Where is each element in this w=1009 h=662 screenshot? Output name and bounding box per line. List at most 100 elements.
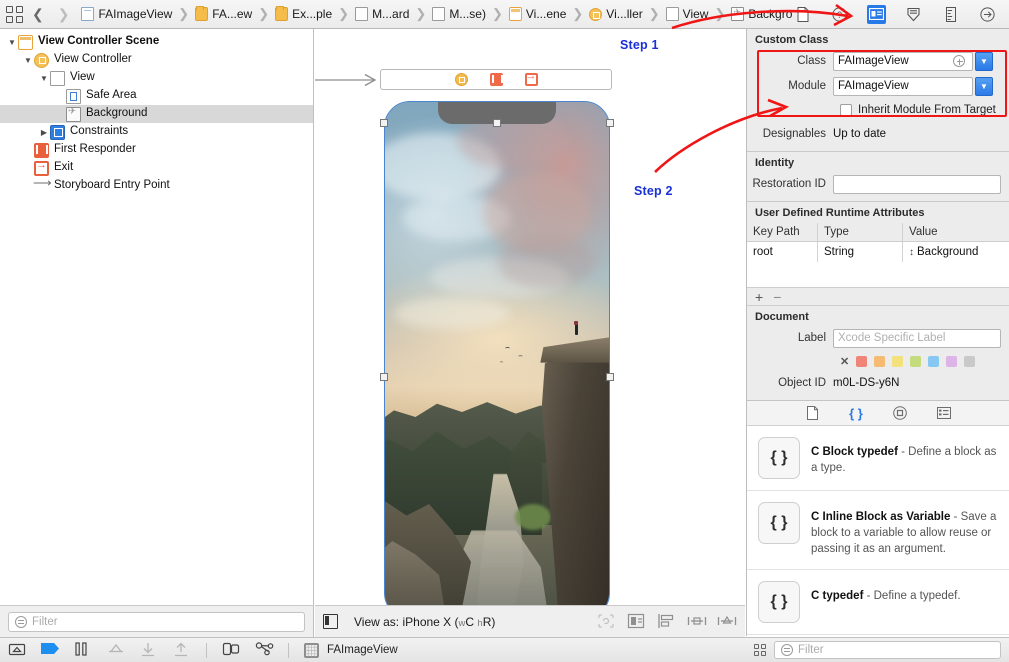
device-preview[interactable] (380, 97, 614, 605)
resize-handle-middle-right[interactable] (606, 373, 614, 381)
breadcrumb-item-2[interactable]: FA...ew (195, 6, 252, 21)
list-item[interactable]: { } C Block typedef - Define a block as a… (747, 426, 1009, 491)
list-item[interactable]: { }C++ Class Declaration - Declare a (747, 635, 1009, 636)
outline-item-constraints[interactable]: ▶ Constraints (0, 123, 313, 141)
label-color-swatch-5[interactable] (928, 355, 940, 367)
label-color-swatch-7[interactable] (964, 355, 976, 367)
label-color-swatch-3[interactable] (892, 355, 904, 367)
disclosure-triangle-icon[interactable]: ▶ (38, 128, 50, 137)
outline-filter-field[interactable]: Filter (8, 611, 305, 632)
resolve-issues-icon[interactable] (717, 613, 737, 630)
label-color-swatch-6[interactable] (946, 355, 958, 367)
step-into-icon (140, 642, 158, 658)
restoration-id-field[interactable] (833, 174, 1001, 194)
view-as-label[interactable]: View as: iPhone X (wC hR) (354, 615, 495, 629)
memory-graph-icon[interactable] (255, 642, 274, 658)
pin-icon[interactable] (687, 613, 707, 630)
interface-builder-canvas[interactable] (315, 29, 745, 605)
remove-attribute-button[interactable]: − (773, 289, 781, 305)
document-label-field[interactable]: Xcode Specific Label (833, 328, 1001, 348)
navigator-toggle-icon[interactable] (8, 642, 26, 658)
runtime-attributes-body[interactable]: root String ↕ Background (747, 242, 1009, 288)
view-hierarchy-icon[interactable] (222, 642, 240, 658)
embed-in-icon[interactable] (627, 613, 647, 630)
object-library-tab[interactable] (892, 405, 908, 421)
device-config-toggle-icon[interactable] (323, 614, 338, 629)
chevron-right-icon[interactable]: ❯ (58, 7, 70, 21)
outline-item-view-controller[interactable]: ▼ View Controller (0, 51, 313, 69)
breadcrumb-item-7[interactable]: Vi...ller (589, 7, 643, 21)
update-frames-icon[interactable] (597, 613, 617, 630)
class-dropdown-button[interactable]: ▼ (975, 51, 993, 71)
resize-handle-top-right[interactable] (606, 119, 614, 127)
jump-to-definition-icon[interactable] (953, 55, 965, 67)
label-color-swatch-1[interactable] (856, 355, 868, 367)
breadcrumb-label: M...ard (372, 7, 410, 21)
breadcrumb-item-6[interactable]: Vi...ene (508, 7, 566, 21)
module-field[interactable]: FAImageView (833, 76, 973, 96)
code-snippet-library-tab[interactable]: { } (848, 405, 864, 421)
label-color-swatch-2[interactable] (874, 355, 886, 367)
library-grid-icon[interactable] (754, 643, 767, 657)
media-library-tab[interactable] (936, 405, 952, 421)
view-controller-dock-icon[interactable] (454, 73, 468, 86)
file-template-library-tab[interactable] (804, 405, 820, 421)
disclosure-triangle-icon[interactable]: ▼ (38, 74, 50, 83)
breadcrumb-item-8[interactable]: View (665, 7, 708, 21)
resize-handle-top-center[interactable] (493, 119, 501, 127)
chevron-left-icon[interactable]: ❮ (32, 7, 44, 21)
scene-dock[interactable] (380, 69, 612, 90)
blue-pointer-icon[interactable] (41, 642, 59, 658)
breadcrumb-item-5[interactable]: M...se) (432, 7, 486, 21)
document-outline-panel[interactable]: ▼ View Controller Scene ▼ View Controller ▼ V… (0, 29, 314, 605)
outline-item-safe-area[interactable]: ▶ Safe Area (0, 87, 313, 105)
exit-dock-icon[interactable] (524, 70, 538, 86)
resize-handle-top-left[interactable] (380, 119, 388, 127)
add-attribute-button[interactable]: + (755, 289, 763, 305)
module-dropdown-button[interactable]: ▼ (975, 76, 993, 96)
align-icon[interactable] (657, 613, 677, 630)
first-responder-dock-icon[interactable] (489, 73, 503, 86)
filter-icon (15, 615, 27, 628)
file-inspector-tab[interactable] (793, 5, 812, 24)
value-stepper-icon[interactable]: ↕ (909, 247, 914, 258)
size-inspector-tab[interactable] (941, 5, 960, 24)
thread-grid-icon[interactable] (304, 642, 319, 658)
attributes-inspector-tab[interactable] (904, 5, 923, 24)
cell-value-group: ↕ Background (903, 242, 1009, 262)
module-label: Module (788, 80, 826, 92)
list-item[interactable]: { } C Inline Block as Variable - Save a b… (747, 491, 1009, 570)
jump-bar-left: ❮ ❯ (0, 0, 69, 28)
pause-icon[interactable] (74, 642, 92, 658)
debug-bar-breadcrumb-label[interactable]: FAImageView (327, 644, 398, 656)
quick-help-inspector-tab[interactable]: ? (830, 5, 849, 24)
outline-item-background[interactable]: ▶ Background (0, 105, 313, 123)
list-item[interactable]: { } C typedef - Define a typedef. (747, 570, 1009, 635)
breadcrumb-item-3[interactable]: Ex...ple (275, 6, 332, 21)
related-items-grid-icon[interactable] (6, 5, 23, 23)
label-color-swatch-4[interactable] (910, 355, 922, 367)
outline-item-first-responder[interactable]: ▶ First Responder (0, 141, 313, 159)
class-field[interactable]: FAImageView (833, 51, 973, 71)
inherit-module-checkbox[interactable] (840, 104, 852, 116)
breadcrumb-item-1[interactable]: FAImageView (81, 7, 172, 21)
outline-item-view-controller-scene[interactable]: ▼ View Controller Scene (0, 33, 313, 51)
breadcrumb-item-4[interactable]: M...ard (355, 7, 409, 21)
connections-inspector-tab[interactable] (978, 5, 997, 24)
library-panel[interactable]: { } { } C Block typedef - Define a block … (746, 400, 1009, 636)
clear-label-color-button[interactable]: ✕ (840, 355, 849, 368)
debug-bar: FAImageView (0, 637, 746, 662)
disclosure-triangle-icon[interactable]: ▼ (6, 38, 18, 47)
column-header-type: Type (818, 223, 903, 241)
inherit-module-row[interactable]: Inherit Module From Target (840, 100, 1009, 120)
library-filter-field[interactable]: Filter (774, 641, 1001, 659)
identity-inspector-tab[interactable] (867, 4, 886, 24)
breadcrumb-item-9[interactable]: Background (731, 7, 793, 21)
outline-item-storyboard-entry-point[interactable]: ▶Storyboard Entry Point (0, 175, 313, 195)
identity-inspector-panel[interactable]: Custom Class Class FAImageView ▼ Module … (746, 29, 1009, 400)
outline-item-view[interactable]: ▼ View (0, 69, 313, 87)
disclosure-triangle-icon[interactable]: ▼ (22, 56, 34, 65)
resize-handle-middle-left[interactable] (380, 373, 388, 381)
table-row[interactable]: root String ↕ Background (747, 242, 1009, 262)
library-item-list[interactable]: { } C Block typedef - Define a block as a… (747, 426, 1009, 636)
